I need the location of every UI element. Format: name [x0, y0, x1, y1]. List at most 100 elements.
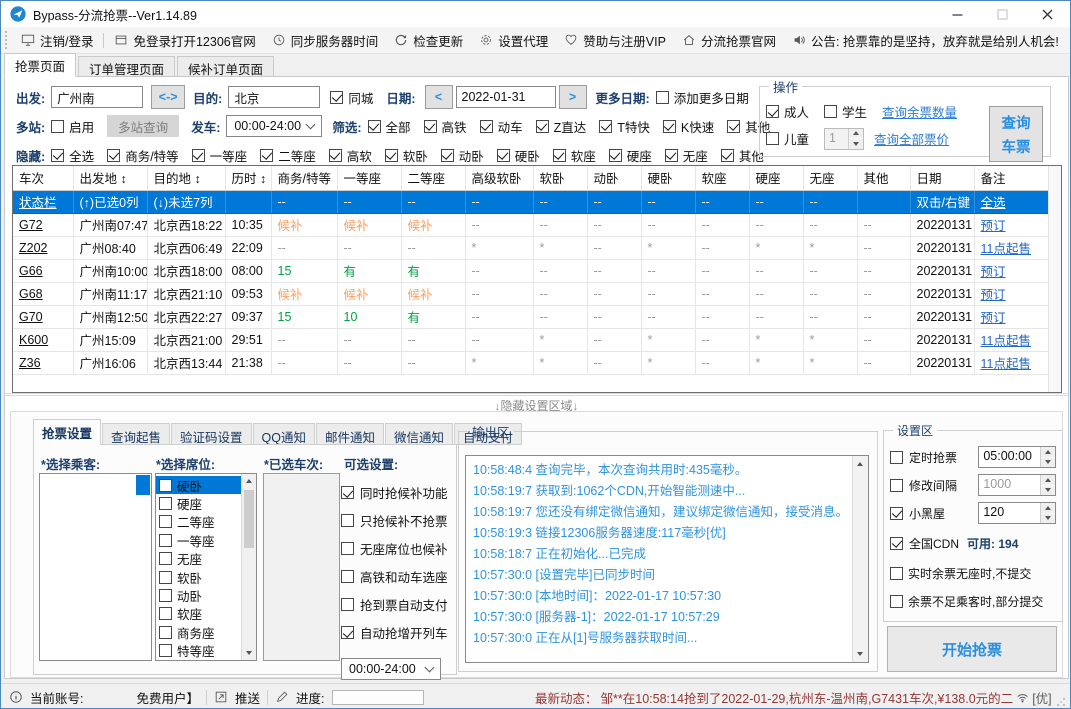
- remark-cell[interactable]: 11点起售: [974, 236, 1049, 260]
- toolbar-sync-server-time[interactable]: 同步服务器时间: [264, 31, 387, 50]
- student-checkbox[interactable]: 学生: [824, 102, 867, 121]
- prev-date-button[interactable]: <: [424, 85, 453, 109]
- depart-time-select[interactable]: 00:00-24:00: [226, 115, 323, 137]
- remark-cell[interactable]: 全选: [974, 190, 1049, 214]
- seat-list[interactable]: 硬卧 硬座 二等座 一等座 无座 软卧 动卧 软座 商务座 特等座: [155, 473, 257, 661]
- train-no-cell[interactable]: 状态栏: [13, 190, 74, 214]
- hide-checkbox-1[interactable]: 全选: [51, 146, 94, 165]
- train-no-cell[interactable]: G68: [13, 282, 74, 306]
- filter-checkbox-3[interactable]: 动车: [479, 117, 523, 136]
- spinner[interactable]: [1040, 447, 1056, 467]
- column-header[interactable]: 一等座: [337, 166, 402, 191]
- setting-checkbox-3[interactable]: 小黑屋: [890, 505, 945, 522]
- train-row-Z36[interactable]: Z36 广州16:06 北京西13:44 21:38 -- -- -- * * -- * -- * * --…: [13, 351, 1049, 375]
- table-status-row[interactable]: 状态栏 (↑)已选0列 (↓)未选7列 -- -- -- -- -- -- -- -- -- -- 双击/…: [13, 190, 1049, 214]
- seat-item-4[interactable]: 一等座: [156, 531, 241, 549]
- column-header[interactable]: 硬卧: [641, 166, 696, 191]
- query-remaining-link[interactable]: 查询余票数量: [882, 102, 957, 121]
- train-no-cell[interactable]: Z202: [13, 236, 74, 260]
- filter-checkbox-4[interactable]: Z直达: [535, 117, 586, 136]
- hide-checkbox-9[interactable]: 软座: [552, 146, 596, 165]
- seat-item-2[interactable]: 硬座: [156, 494, 241, 512]
- setting-input-3[interactable]: 120: [978, 502, 1057, 524]
- train-no-cell[interactable]: Z36: [13, 351, 74, 375]
- minimize-button[interactable]: [935, 1, 980, 27]
- spinner[interactable]: [1040, 475, 1056, 495]
- grab-option-1[interactable]: 同时抢候补功能: [341, 483, 455, 502]
- train-no-cell[interactable]: G72: [13, 213, 74, 237]
- query-tickets-button[interactable]: 查询车票: [989, 106, 1043, 162]
- filter-checkbox-2[interactable]: 高铁: [423, 117, 467, 136]
- train-no-cell[interactable]: K600: [13, 328, 74, 352]
- add-more-dates-checkbox[interactable]: 添加更多日期: [655, 88, 749, 107]
- setting-input-1[interactable]: 05:00:00: [978, 446, 1057, 468]
- train-row-G72[interactable]: G72 广州南07:47 北京西18:22 10:35 候补 候补 候补 -- -- -- -- --…: [13, 213, 1049, 237]
- column-header[interactable]: 无座: [803, 166, 858, 191]
- toolbar-set-proxy[interactable]: 设置代理: [471, 31, 556, 50]
- seat-item-6[interactable]: 软卧: [156, 568, 241, 586]
- settings-tab-5[interactable]: 邮件通知: [316, 423, 385, 445]
- settings-tab-6[interactable]: 微信通知: [385, 423, 454, 445]
- column-header[interactable]: 二等座: [401, 166, 466, 191]
- train-row-Z202[interactable]: Z202 广州08:40 北京西06:49 22:09 -- -- -- * * -- * -- * * -…: [13, 236, 1049, 260]
- spinner[interactable]: [1040, 503, 1056, 523]
- seat-item-10[interactable]: 特等座: [156, 642, 241, 660]
- swap-stations-button[interactable]: <->: [151, 85, 186, 109]
- child-count-stepper[interactable]: 1: [824, 127, 865, 150]
- toolbar-open-12306[interactable]: 免登录打开12306官网: [106, 31, 263, 50]
- hide-checkbox-2[interactable]: 商务/特等: [107, 146, 179, 165]
- toolbar-sponsor-vip[interactable]: 赞助与注册VIP: [556, 31, 674, 50]
- extra-checkbox-2[interactable]: 余票不足乘客时,部分提交: [890, 593, 1043, 610]
- column-header[interactable]: 车次: [13, 166, 74, 191]
- resize-grip[interactable]: [1056, 696, 1066, 706]
- query-prices-link[interactable]: 查询全部票价: [874, 129, 949, 148]
- scroll-thumb[interactable]: [244, 490, 254, 548]
- hide-checkbox-11[interactable]: 无座: [664, 146, 708, 165]
- selected-trains-box[interactable]: [263, 473, 340, 661]
- adult-checkbox[interactable]: 成人: [766, 102, 809, 121]
- train-row-G70[interactable]: G70 广州南12:50 北京西22:27 09:37 15 10 有 -- -- -- -- -- -…: [13, 305, 1049, 329]
- extra-checkbox-1[interactable]: 实时余票无座时,不提交: [890, 565, 1031, 582]
- setting-checkbox-1[interactable]: 定时抢票: [890, 449, 957, 466]
- remark-cell[interactable]: 预订: [974, 305, 1049, 329]
- setting-checkbox-2[interactable]: 修改间隔: [890, 477, 957, 494]
- filter-checkbox-6[interactable]: K快速: [662, 117, 714, 136]
- from-input[interactable]: 广州南: [51, 86, 144, 108]
- column-header[interactable]: 目的地 ↕: [147, 166, 226, 191]
- toolbar-official-site[interactable]: 分流抢票官网: [674, 31, 784, 50]
- page-tab-1[interactable]: 抢票页面: [4, 53, 77, 77]
- spinner[interactable]: [848, 128, 864, 149]
- train-no-cell[interactable]: G70: [13, 305, 74, 329]
- train-row-G66[interactable]: G66 广州南10:00 北京西18:00 08:00 15 有有 -- -- -- -- -- --…: [13, 259, 1049, 283]
- grab-option-4[interactable]: 高铁和动车选座: [341, 567, 455, 586]
- hide-checkbox-7[interactable]: 动卧: [440, 146, 484, 165]
- seat-item-1[interactable]: 硬卧: [156, 476, 241, 495]
- settings-tab-2[interactable]: 查询起售: [102, 423, 171, 445]
- column-header[interactable]: 商务/特等: [271, 166, 338, 191]
- settings-tab-3[interactable]: 验证码设置: [171, 423, 252, 445]
- remark-cell[interactable]: 预订: [974, 259, 1049, 283]
- train-row-G68[interactable]: G68 广州南11:17 北京西21:10 09:53 候补 候补 候补 -- -- -- -- --…: [13, 282, 1049, 306]
- passenger-list-scroll-thumb[interactable]: [136, 475, 150, 495]
- close-button[interactable]: [1025, 1, 1070, 27]
- passenger-list[interactable]: [39, 473, 152, 661]
- next-date-button[interactable]: >: [558, 85, 587, 109]
- date-input[interactable]: 2022-01-31: [455, 86, 556, 108]
- multi-station-query-button[interactable]: 多站查询: [107, 115, 180, 137]
- toolbar-logout-login[interactable]: 注销/登录: [13, 31, 101, 50]
- train-no-cell[interactable]: G66: [13, 259, 74, 283]
- remark-cell[interactable]: 11点起售: [974, 351, 1049, 375]
- column-header[interactable]: 历时 ↕: [225, 166, 272, 191]
- toolbar-check-update[interactable]: 检查更新: [386, 31, 471, 50]
- remark-cell[interactable]: 11点起售: [974, 328, 1049, 352]
- grab-time-range-select[interactable]: 00:00-24:00: [341, 658, 441, 680]
- column-header[interactable]: 软座: [695, 166, 750, 191]
- log-scrollbar[interactable]: [852, 456, 868, 662]
- to-input[interactable]: 北京: [228, 86, 321, 108]
- table-scrollbar[interactable]: [1048, 166, 1061, 392]
- filter-checkbox-1[interactable]: 全部: [367, 117, 411, 136]
- hide-checkbox-6[interactable]: 软卧: [384, 146, 428, 165]
- column-header[interactable]: 其他: [857, 166, 911, 191]
- remark-cell[interactable]: 预订: [974, 282, 1049, 306]
- settings-tab-4[interactable]: QQ通知: [252, 423, 315, 445]
